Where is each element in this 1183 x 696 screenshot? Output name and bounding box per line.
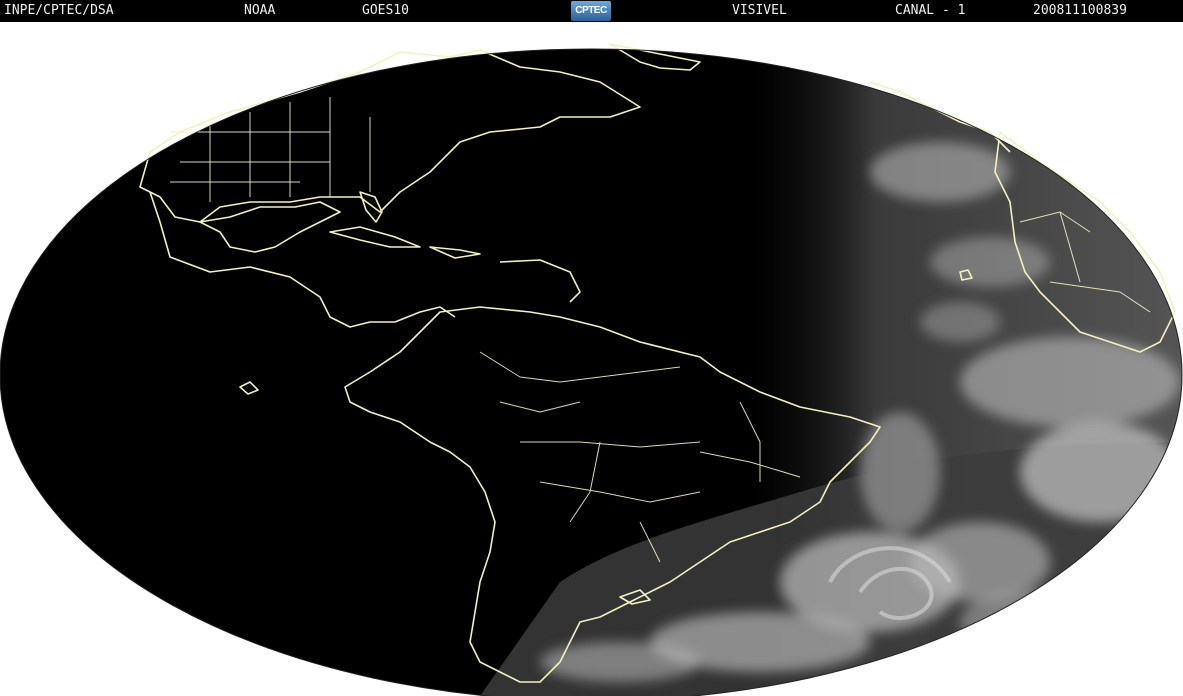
cptec-logo: CPTEC [571, 1, 611, 21]
satellite-image [0, 22, 1183, 696]
agency-label: NOAA [244, 3, 276, 18]
satellite-label: GOES10 [362, 3, 409, 18]
image-header-bar: INPE/CPTEC/DSA NOAA GOES10 CPTEC VISIVEL… [0, 0, 1183, 22]
satellite-disk-svg [0, 43, 1183, 696]
band-label: VISIVEL [732, 3, 787, 18]
channel-label: CANAL - 1 [895, 3, 966, 18]
org-label: INPE/CPTEC/DSA [4, 3, 114, 18]
timestamp-label: 200811100839 [1033, 3, 1127, 18]
